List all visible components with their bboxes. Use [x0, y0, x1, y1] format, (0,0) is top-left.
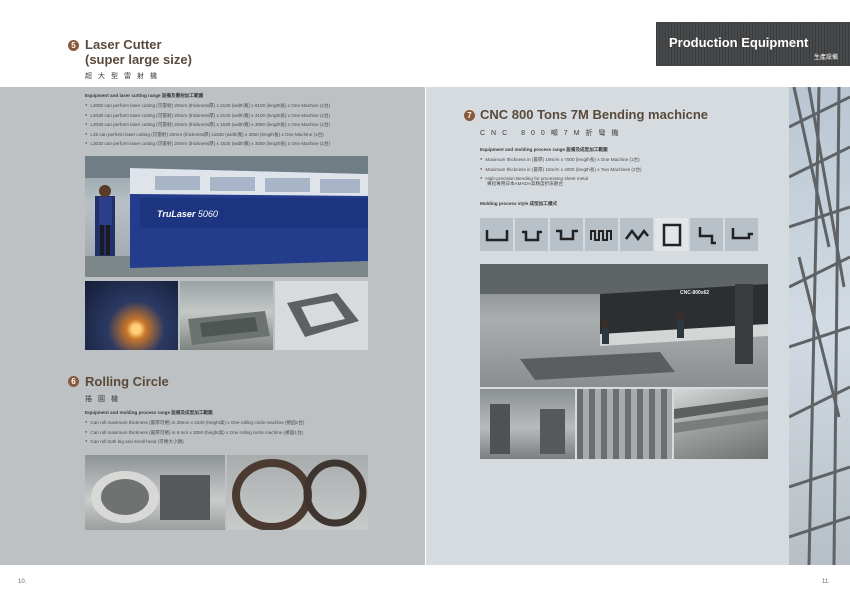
laser-title-line1: Laser Cutter — [85, 37, 162, 52]
rolled-cylinders-photo — [227, 455, 368, 530]
page-number-right: 11. — [822, 579, 830, 585]
list-item: L25 can perform laser cutting (可雷射) 20mm… — [85, 130, 330, 140]
laser-range-label: Equipment and laser cutting range 設備及雷射加… — [85, 93, 204, 98]
header-title: Production Equipment — [669, 35, 809, 50]
list-item: L3030 can perform laser cutting (可雷射) 20… — [85, 139, 330, 149]
list-item: L3060 can perform laser cutting (可雷射) 20… — [85, 101, 330, 111]
profile-hat-icon — [550, 218, 583, 251]
profile-wave-icon — [620, 218, 653, 251]
list-item: L4030 can perform laser cutting (可雷射) 20… — [85, 111, 330, 121]
laser-machine-photo: TruLaser 5060 — [85, 156, 368, 277]
cutting-bed-photo — [180, 281, 273, 350]
profile-u-channel-icon — [480, 218, 513, 251]
molding-style-row — [480, 218, 758, 251]
rolling-title: Rolling Circle — [85, 374, 169, 389]
profile-step-icon — [725, 218, 758, 251]
list-item: L3030 can perform laser cutting (可雷射) 20… — [85, 120, 330, 130]
cut-frame-part-photo — [275, 281, 368, 350]
machine-brand-label: TruLaser 5060 — [157, 209, 218, 219]
list-item: Can roll maximum thickness (最厚可捲) in 25m… — [85, 418, 304, 428]
steel-structure-photo — [789, 87, 850, 565]
bending-title: CNC 800 Tons 7M Bending machicne — [480, 107, 709, 122]
molding-style-label: Molding process style 成型加工樣式 — [480, 201, 558, 206]
list-item: Can roll both big and small head (可捲大小頭) — [85, 437, 304, 447]
machine-model: 5060 — [197, 209, 218, 219]
laser-subtitle: 超大型雷射機 — [85, 73, 163, 80]
laser-title: Laser Cutter (super large size) — [85, 37, 192, 67]
bending-machine-label: CNC-800x62 — [680, 290, 710, 296]
workshop-photo — [480, 389, 575, 459]
section-number-badge: 7 — [464, 110, 475, 121]
laser-cutting-sparks-photo — [85, 281, 178, 350]
laser-machine-illustration — [85, 156, 368, 277]
bending-range-label: Equipment and molding process range 設備及成… — [480, 147, 608, 152]
header-subtitle: 生產設備 — [813, 55, 838, 61]
bending-note: 專程專用日本AMADA高精度折床數台 — [487, 181, 564, 186]
rolling-machine-photo — [85, 455, 225, 530]
production-equipment-header: Production Equipment 生產設備 — [656, 22, 850, 66]
section-number-badge: 5 — [68, 40, 79, 51]
profile-u-lip-icon — [515, 218, 548, 251]
list-item: Maximum thickness in (最厚) 19m/m x 7000 (… — [480, 155, 642, 165]
rolling-spec-list: Can roll maximum thickness (最厚可捲) in 25m… — [85, 418, 304, 447]
profile-corrugated-icon — [585, 218, 618, 251]
rolling-subtitle: 捲圓機 — [85, 396, 124, 403]
bending-spec-list: Maximum thickness in (最厚) 19m/m x 7000 (… — [480, 155, 642, 184]
laser-title-line2: (super large size) — [85, 52, 192, 67]
machine-brand: TruLaser — [157, 209, 196, 219]
bent-sheet-closeup-photo — [674, 389, 768, 459]
section-number-badge: 6 — [68, 376, 79, 387]
rolling-range-label: Equipment and molding process range 設備及成… — [85, 410, 213, 415]
bent-profiles-stack-photo — [577, 389, 672, 459]
bending-subtitle: CNC 800噸7M折彎機 — [480, 130, 625, 137]
page-number-left: 10. — [18, 579, 27, 585]
profile-box-icon — [655, 218, 688, 251]
laser-spec-list: L3060 can perform laser cutting (可雷射) 20… — [85, 101, 330, 149]
profile-z-icon — [690, 218, 723, 251]
bending-machine-photo: CNC-800x62 — [480, 264, 768, 387]
list-item: Can roll maximum thickness (最厚可捲) in 6 m… — [85, 428, 304, 438]
list-item: Maximum thickness in (最厚) 16m/m x 4000 (… — [480, 165, 641, 175]
